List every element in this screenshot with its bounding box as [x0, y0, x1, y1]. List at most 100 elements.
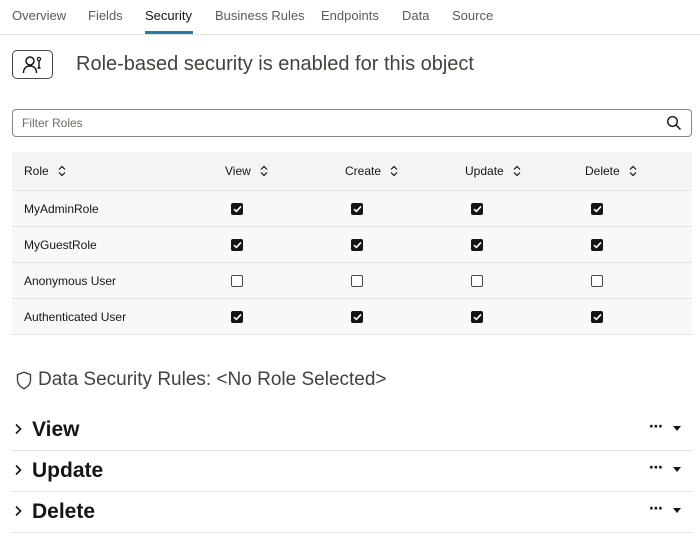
shield-icon: [16, 370, 32, 390]
delete-cell: [591, 263, 603, 298]
chevron-right-icon[interactable]: [14, 464, 22, 476]
role-security-icon: [22, 55, 41, 73]
rule-section-update[interactable]: Update ⋯: [12, 451, 692, 492]
check-icon: [232, 241, 242, 249]
create-permission-checkbox[interactable]: [351, 274, 363, 287]
view-cell: [231, 299, 243, 334]
tab-data[interactable]: Data: [402, 8, 429, 23]
tab-overview[interactable]: Overview: [12, 8, 66, 23]
column-label: Create: [345, 164, 382, 178]
update-permission-checkbox[interactable]: [471, 310, 483, 323]
check-icon: [352, 241, 362, 249]
data-security-rules-heading: Data Security Rules: <No Role Selected>: [16, 369, 387, 391]
column-header-role[interactable]: Role: [24, 152, 66, 190]
delete-permission-checkbox[interactable]: [591, 238, 603, 251]
table-row[interactable]: Anonymous User: [12, 263, 692, 299]
table-row[interactable]: Authenticated User: [12, 299, 692, 335]
check-icon: [352, 205, 362, 213]
view-permission-checkbox[interactable]: [231, 202, 243, 215]
delete-cell: [591, 299, 603, 334]
table-header: Role View Create Update Delete: [12, 152, 692, 191]
table-body: MyAdminRole MyGuestRole Anonymous User Auth…: [12, 191, 692, 335]
sort-icon: [629, 165, 637, 177]
update-permission-checkbox[interactable]: [471, 238, 483, 251]
view-permission-checkbox[interactable]: [231, 274, 243, 287]
role-name: Anonymous User: [24, 273, 117, 288]
column-label: Delete: [585, 164, 620, 178]
tab-fields[interactable]: Fields: [88, 8, 123, 23]
rule-section-delete[interactable]: Delete ⋯: [12, 492, 692, 533]
page-title: Role-based security is enabled for this …: [76, 53, 474, 75]
check-icon: [232, 205, 242, 213]
column-header-update[interactable]: Update: [465, 152, 521, 190]
check-icon: [232, 313, 242, 321]
view-cell: [231, 263, 243, 298]
update-permission-checkbox[interactable]: [471, 274, 483, 287]
delete-cell: [591, 227, 603, 262]
table-row[interactable]: MyAdminRole: [12, 191, 692, 227]
role-security-button[interactable]: [12, 50, 53, 79]
column-label: View: [225, 164, 251, 178]
rule-section-label[interactable]: Delete: [32, 500, 95, 524]
column-label: Role: [24, 164, 49, 178]
create-cell: [351, 227, 363, 262]
view-permission-checkbox[interactable]: [231, 238, 243, 251]
tab-source[interactable]: Source: [452, 8, 493, 23]
create-permission-checkbox[interactable]: [351, 310, 363, 323]
dropdown-caret-icon[interactable]: [673, 508, 681, 513]
column-header-delete[interactable]: Delete: [585, 152, 637, 190]
filter-roles-input[interactable]: [13, 110, 653, 136]
sort-icon: [390, 165, 398, 177]
create-permission-checkbox[interactable]: [351, 202, 363, 215]
check-icon: [352, 313, 362, 321]
check-icon: [472, 241, 482, 249]
check-icon: [592, 241, 602, 249]
sort-icon: [260, 165, 268, 177]
view-cell: [231, 191, 243, 226]
tab-security[interactable]: Security: [145, 8, 192, 23]
rule-section-label[interactable]: Update: [32, 459, 103, 483]
column-header-view[interactable]: View: [225, 152, 268, 190]
sort-icon: [58, 165, 66, 177]
role-name: Authenticated User: [24, 309, 127, 324]
view-permission-checkbox[interactable]: [231, 310, 243, 323]
rule-section-view[interactable]: View ⋯: [12, 410, 692, 451]
create-cell: [351, 263, 363, 298]
create-permission-checkbox[interactable]: [351, 238, 363, 251]
update-cell: [471, 227, 483, 262]
check-icon: [472, 313, 482, 321]
dropdown-caret-icon[interactable]: [673, 426, 681, 431]
role-name: MyAdminRole: [24, 201, 99, 216]
column-label: Update: [465, 164, 504, 178]
column-header-create[interactable]: Create: [345, 152, 398, 190]
create-cell: [351, 299, 363, 334]
more-actions-icon[interactable]: ⋯: [649, 418, 664, 435]
delete-permission-checkbox[interactable]: [591, 274, 603, 287]
update-cell: [471, 299, 483, 334]
tab-endpoints[interactable]: Endpoints: [321, 8, 379, 23]
table-row[interactable]: MyGuestRole: [12, 227, 692, 263]
search-icon[interactable]: [666, 115, 682, 131]
create-cell: [351, 191, 363, 226]
chevron-right-icon[interactable]: [14, 423, 22, 435]
check-icon: [592, 205, 602, 213]
active-tab-indicator: [145, 31, 193, 34]
more-actions-icon[interactable]: ⋯: [649, 459, 664, 476]
rule-section-label[interactable]: View: [32, 418, 79, 442]
delete-permission-checkbox[interactable]: [591, 202, 603, 215]
update-permission-checkbox[interactable]: [471, 202, 483, 215]
role-name: MyGuestRole: [24, 237, 97, 252]
update-cell: [471, 263, 483, 298]
chevron-right-icon[interactable]: [14, 505, 22, 517]
tab-bar: Overview Fields Security Business Rules …: [0, 0, 700, 35]
delete-permission-checkbox[interactable]: [591, 310, 603, 323]
sort-icon: [513, 165, 521, 177]
more-actions-icon[interactable]: ⋯: [649, 500, 664, 517]
roles-table: Role View Create Update Delete MyAdminRo…: [12, 152, 692, 335]
check-icon: [592, 313, 602, 321]
delete-cell: [591, 191, 603, 226]
filter-roles: [12, 109, 692, 137]
check-icon: [472, 205, 482, 213]
dropdown-caret-icon[interactable]: [673, 467, 681, 472]
tab-business-rules[interactable]: Business Rules: [215, 8, 305, 23]
